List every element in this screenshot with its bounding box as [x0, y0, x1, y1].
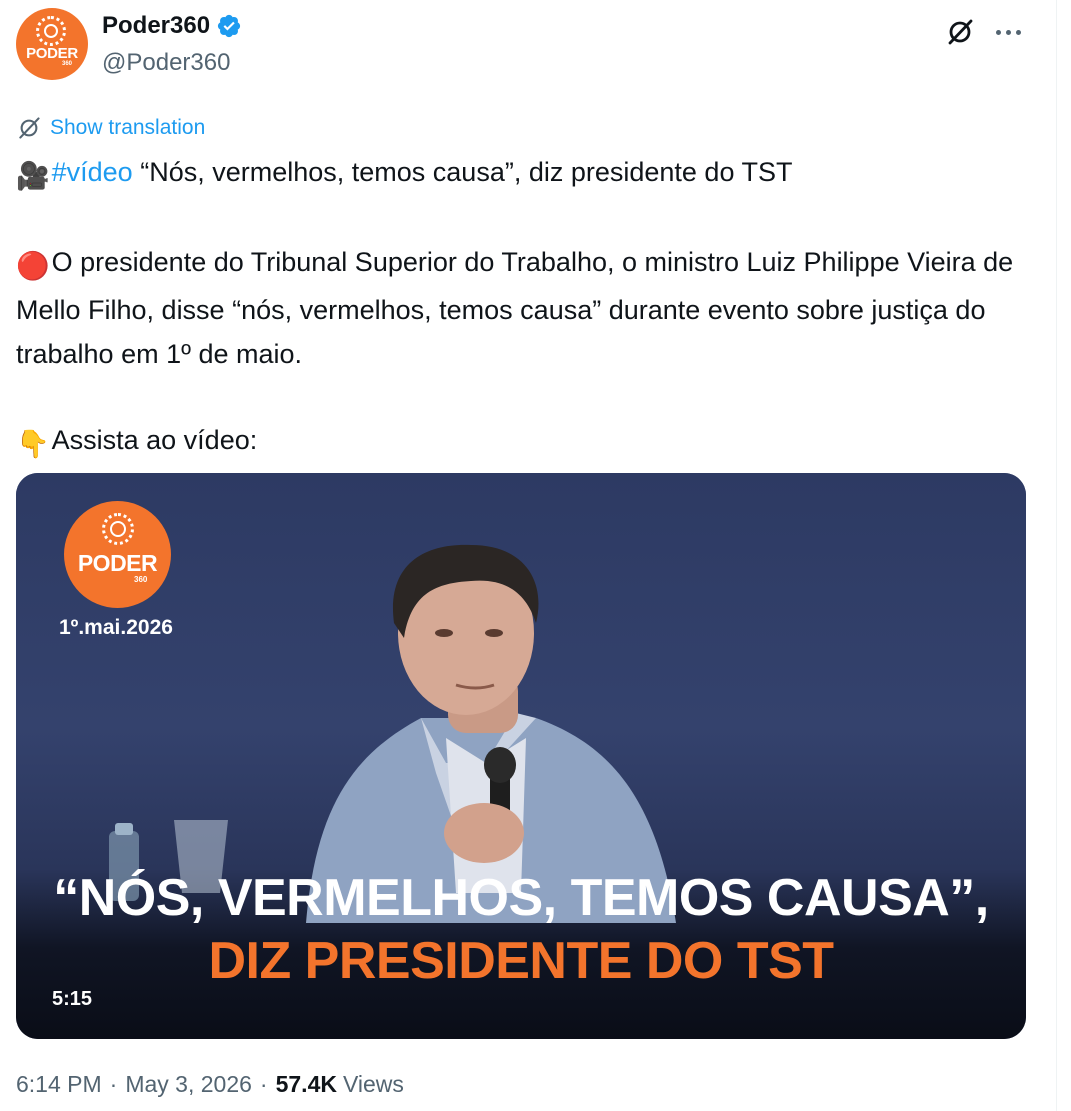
video-date: 1º.mai.2026	[59, 616, 173, 639]
grok-button[interactable]	[942, 14, 978, 50]
more-button[interactable]	[988, 14, 1028, 50]
tweet-line-1: 🎥#vídeo “Nós, vermelhos, temos causa”, d…	[16, 150, 1016, 198]
video-logo-text: PODER	[77, 550, 158, 576]
views-label: Views	[342, 1071, 404, 1097]
video-logo-subtext: 360	[134, 575, 148, 584]
column-border	[1056, 0, 1057, 1111]
tweet-text: 🎥#vídeo “Nós, vermelhos, temos causa”, d…	[16, 150, 1016, 466]
meta-separator: ·	[259, 1071, 268, 1097]
video-player[interactable]: PODER 360 1º.mai.2026 “NÓS, VERMELHOS, T…	[16, 473, 1026, 1039]
tweet-time[interactable]: 6:14 PM	[16, 1071, 102, 1098]
video-logo-burst-core	[110, 521, 126, 537]
more-icon-dot	[1015, 29, 1021, 35]
grok-translate-icon	[19, 117, 40, 139]
logo-burst-core	[44, 24, 58, 38]
more-icon	[995, 29, 1001, 35]
tweet-body: O presidente do Tribunal Superior do Tra…	[16, 247, 1014, 369]
hashtag-link[interactable]: #vídeo	[52, 157, 133, 187]
video-duration: 5:15	[52, 988, 93, 1010]
movie-camera-icon: 🎥	[16, 161, 50, 191]
avatar-text: PODER	[26, 45, 78, 62]
tweet-headline: “Nós, vermelhos, temos causa”, diz presi…	[132, 157, 793, 187]
avatar-subtext: 360	[62, 61, 73, 67]
red-circle-icon: 🔴	[16, 251, 50, 281]
video-caption-line-2: DIZ PRESIDENTE DO TST	[208, 932, 834, 990]
show-translation-link[interactable]: Show translation	[16, 115, 205, 141]
grok-icon	[948, 19, 973, 45]
tweet-date[interactable]: May 3, 2026	[125, 1071, 252, 1098]
video-logo: PODER 360	[64, 501, 171, 608]
avatar[interactable]: PODER 360	[16, 8, 88, 80]
meta-separator: ·	[109, 1071, 118, 1097]
tweet-paragraph-2: 🔴O presidente do Tribunal Superior do Tr…	[16, 240, 1016, 376]
author-handle[interactable]: @Poder360	[102, 49, 230, 77]
display-name[interactable]: Poder360	[102, 12, 210, 40]
views-count: 57.4K	[275, 1071, 337, 1097]
tweet-meta: 6:14 PM · May 3, 2026 · 57.4K Views	[16, 1071, 404, 1098]
video-caption-line-1: “NÓS, VERMELHOS, TEMOS CAUSA”,	[53, 869, 989, 927]
tweet-cta: Assista ao vídeo:	[51, 425, 258, 455]
verified-badge-icon	[217, 14, 241, 38]
more-icon-dot	[1005, 29, 1011, 35]
pointing-down-icon: 👇	[16, 429, 50, 459]
author-name-row[interactable]: Poder360	[102, 12, 242, 40]
tweet-paragraph-3: 👇Assista ao vídeo:	[16, 418, 1016, 466]
show-translation-label[interactable]: Show translation	[50, 116, 205, 140]
